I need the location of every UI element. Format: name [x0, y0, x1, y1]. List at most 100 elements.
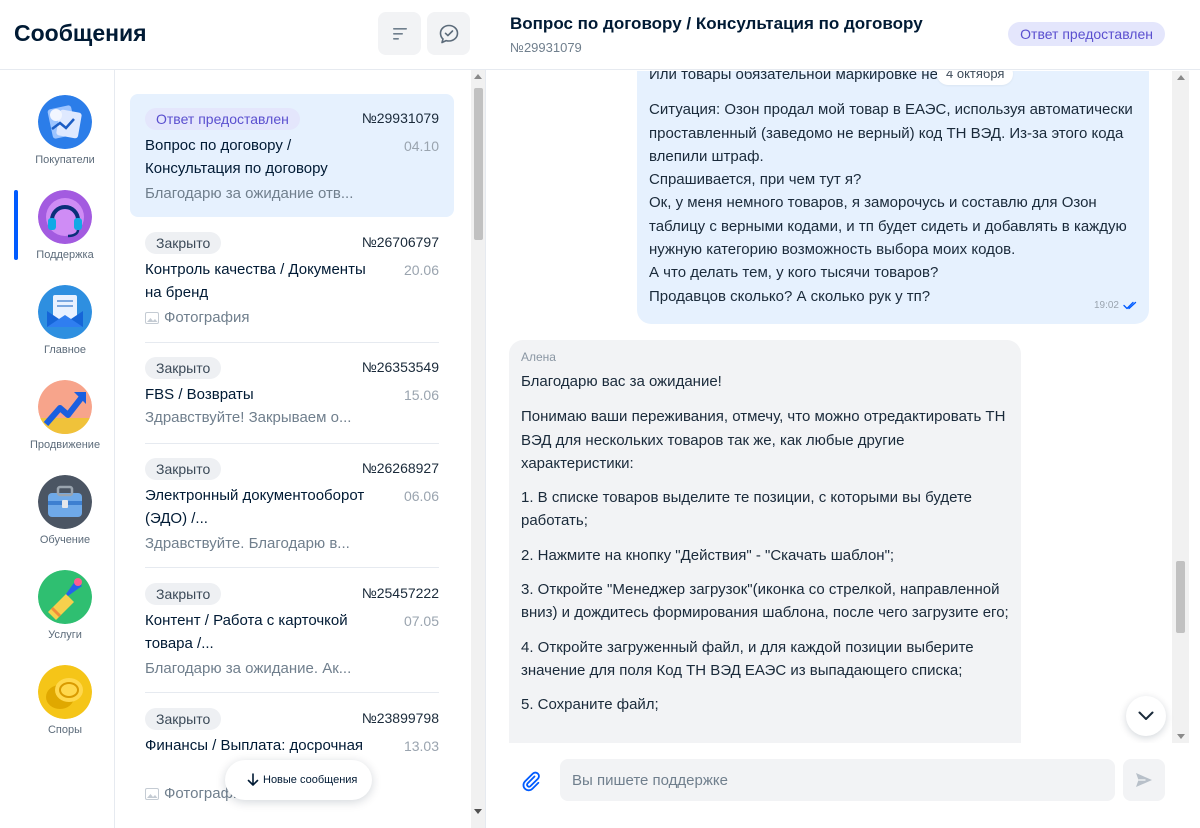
status-badge: Закрыто	[145, 583, 222, 605]
page-title: Сообщения	[14, 20, 147, 46]
headset-icon	[38, 190, 92, 244]
message-line: Или товары обязательной маркировке не по…	[649, 71, 1012, 83]
date-chip: 4 октября	[937, 71, 1014, 85]
incoming-message: Алена Благодарю вас за ожидание! Понимаю…	[509, 340, 1021, 743]
ticket-title: FBS / Возвраты	[145, 386, 254, 403]
coins-icon	[38, 665, 92, 719]
conversation-scrollbar[interactable]	[1172, 71, 1189, 743]
message-line: Ситуация: Озон продал мой товар в ЕАЭС, …	[649, 101, 1133, 165]
rail-item-label: Продвижение	[29, 439, 101, 451]
rail-item-label: Покупатели	[35, 154, 95, 166]
ticket-number: №25457222	[361, 585, 439, 601]
briefcase-icon	[38, 475, 92, 529]
filter-lines-icon	[392, 27, 407, 40]
scroll-up-arrow[interactable]	[474, 74, 482, 79]
rail-item-label: Услуги	[48, 629, 82, 641]
scroll-to-bottom-button[interactable]	[1126, 696, 1166, 736]
message-line: Спрашивается, при чем тут я?	[649, 171, 862, 189]
ticket-title: Контроль качества / Документы на бренд	[145, 261, 366, 301]
ticket-item[interactable]: Закрыто №26268927 06.06 Электронный доку…	[130, 444, 454, 568]
ticket-date: 13.03	[403, 738, 439, 754]
paperclip-icon	[522, 771, 540, 792]
sender-name: Алена	[521, 350, 556, 364]
message-paragraph: 5. Сохраните файл;	[521, 696, 659, 714]
conversation-header: Вопрос по договору / Консультация по дог…	[486, 0, 1200, 70]
ticket-title: Финансы / Выплата: досрочная	[145, 737, 364, 754]
ticket-title: Контент / Работа с карточкой товара /...	[145, 612, 348, 652]
arrow-down-icon	[247, 773, 259, 786]
ticket-preview: Здравствуйте. Благодарю в...	[145, 535, 350, 552]
status-badge: Ответ предоставлен	[1008, 22, 1165, 46]
time-text: 19:02	[1093, 300, 1119, 311]
rail-item-label: Поддержка	[36, 249, 94, 261]
message-line: А что делать тем, у кого тысячи товаров?	[649, 264, 939, 282]
message-paragraph: 1. В списке товаров выделите те позиции,…	[521, 489, 972, 530]
new-messages-button[interactable]: Новые сообщения	[225, 760, 373, 800]
status-badge: Закрыто	[145, 357, 222, 379]
send-button[interactable]	[1123, 759, 1165, 801]
ticket-date: 07.05	[403, 613, 439, 629]
rail-item-promotion[interactable]: Продвижение	[0, 380, 115, 470]
outgoing-message: Или товары обязательной маркировке не по…	[637, 71, 1149, 324]
rail-item-label: Главное	[43, 344, 87, 356]
message-line: Продавцов сколько? А сколько рук у тп?	[649, 287, 931, 305]
message-input[interactable]	[560, 759, 1115, 801]
divider	[145, 567, 439, 568]
rail-item-services[interactable]: Услуги	[0, 570, 115, 660]
message-paragraph: 2. Нажмите на кнопку "Действия" - "Скача…	[521, 546, 895, 564]
message-line: Ок, у меня немного товаров, я заморочусь…	[649, 194, 1127, 259]
category-rail: Покупатели Поддержка Главное Продвижение…	[0, 70, 115, 828]
new-messages-label: Новые сообщения	[263, 774, 358, 786]
ticket-item[interactable]: Закрыто №25457222 07.05 Контент / Работа…	[130, 569, 454, 693]
rail-item-label: Обучение	[39, 534, 91, 546]
ticket-date: 15.06	[403, 387, 439, 403]
scrollbar-thumb[interactable]	[1176, 561, 1185, 633]
ticket-title: Вопрос по договору / Консультация по дог…	[145, 137, 328, 177]
attach-button[interactable]	[516, 766, 546, 796]
new-chat-button[interactable]	[427, 12, 470, 55]
scroll-down-arrow[interactable]	[474, 809, 482, 814]
rail-item-main[interactable]: Главное	[0, 285, 115, 375]
send-arrow-icon	[1136, 773, 1152, 787]
ticket-list-scrollbar[interactable]	[471, 70, 486, 828]
scroll-down-arrow[interactable]	[1177, 734, 1185, 739]
ticket-number: №23899798	[361, 710, 439, 726]
support-chat-app: Сообщения Покупатели Поддержка Главное П…	[0, 0, 1200, 828]
message-paragraph: Благодарю вас за ожидание!	[521, 373, 722, 390]
scrollbar-thumb[interactable]	[474, 88, 483, 240]
ticket-number: №26706797	[361, 234, 439, 250]
brush-services-icon	[38, 570, 92, 624]
newspaper-envelope-icon	[38, 285, 92, 339]
ticket-item[interactable]: Закрыто №26706797 20.06 Контроль качеств…	[130, 218, 454, 343]
message-time: 19:02	[1094, 300, 1137, 311]
ticket-preview: Благодарю за ожидание отв...	[145, 185, 354, 202]
ticket-preview: Здравствуйте! Закрываем о...	[145, 409, 352, 426]
status-badge: Ответ предоставлен	[145, 108, 300, 130]
ticket-number: №29931079	[361, 110, 439, 126]
double-check-icon	[1123, 301, 1137, 310]
chat-check-icon	[439, 24, 458, 43]
image-icon	[145, 787, 159, 800]
ticket-date: 04.10	[403, 138, 439, 154]
ticket-number: №26353549	[361, 359, 439, 375]
filter-button[interactable]	[378, 12, 421, 55]
message-thread: Или товары обязательной маркировке не по…	[486, 71, 1172, 743]
ticket-preview: Благодарю за ожидание. Ак...	[145, 660, 352, 677]
conversation-title: Вопрос по договору / Консультация по дог…	[510, 14, 923, 33]
image-icon	[145, 311, 159, 324]
rail-item-learning[interactable]: Обучение	[0, 475, 115, 565]
scroll-up-arrow[interactable]	[1177, 75, 1185, 80]
preview-text: Фотография	[164, 309, 250, 326]
ticket-item[interactable]: Закрыто №26353549 15.06 FBS / Возвраты З…	[130, 343, 454, 444]
ticket-item[interactable]: Ответ предоставлен №29931079 04.10 Вопро…	[130, 94, 454, 217]
rail-item-buyers[interactable]: Покупатели	[0, 95, 115, 185]
status-badge: Закрыто	[145, 458, 222, 480]
status-badge: Закрыто	[145, 232, 222, 254]
ticket-number: №26268927	[361, 460, 439, 476]
rail-item-support[interactable]: Поддержка	[0, 190, 115, 280]
rail-item-disputes[interactable]: Споры	[0, 665, 115, 755]
message-paragraph: 3. Откройте "Менеджер загрузок"(иконка с…	[521, 581, 1009, 622]
buyers-icon	[38, 95, 92, 149]
rail-item-label: Споры	[47, 724, 83, 736]
ticket-preview: Фотография	[145, 309, 365, 326]
